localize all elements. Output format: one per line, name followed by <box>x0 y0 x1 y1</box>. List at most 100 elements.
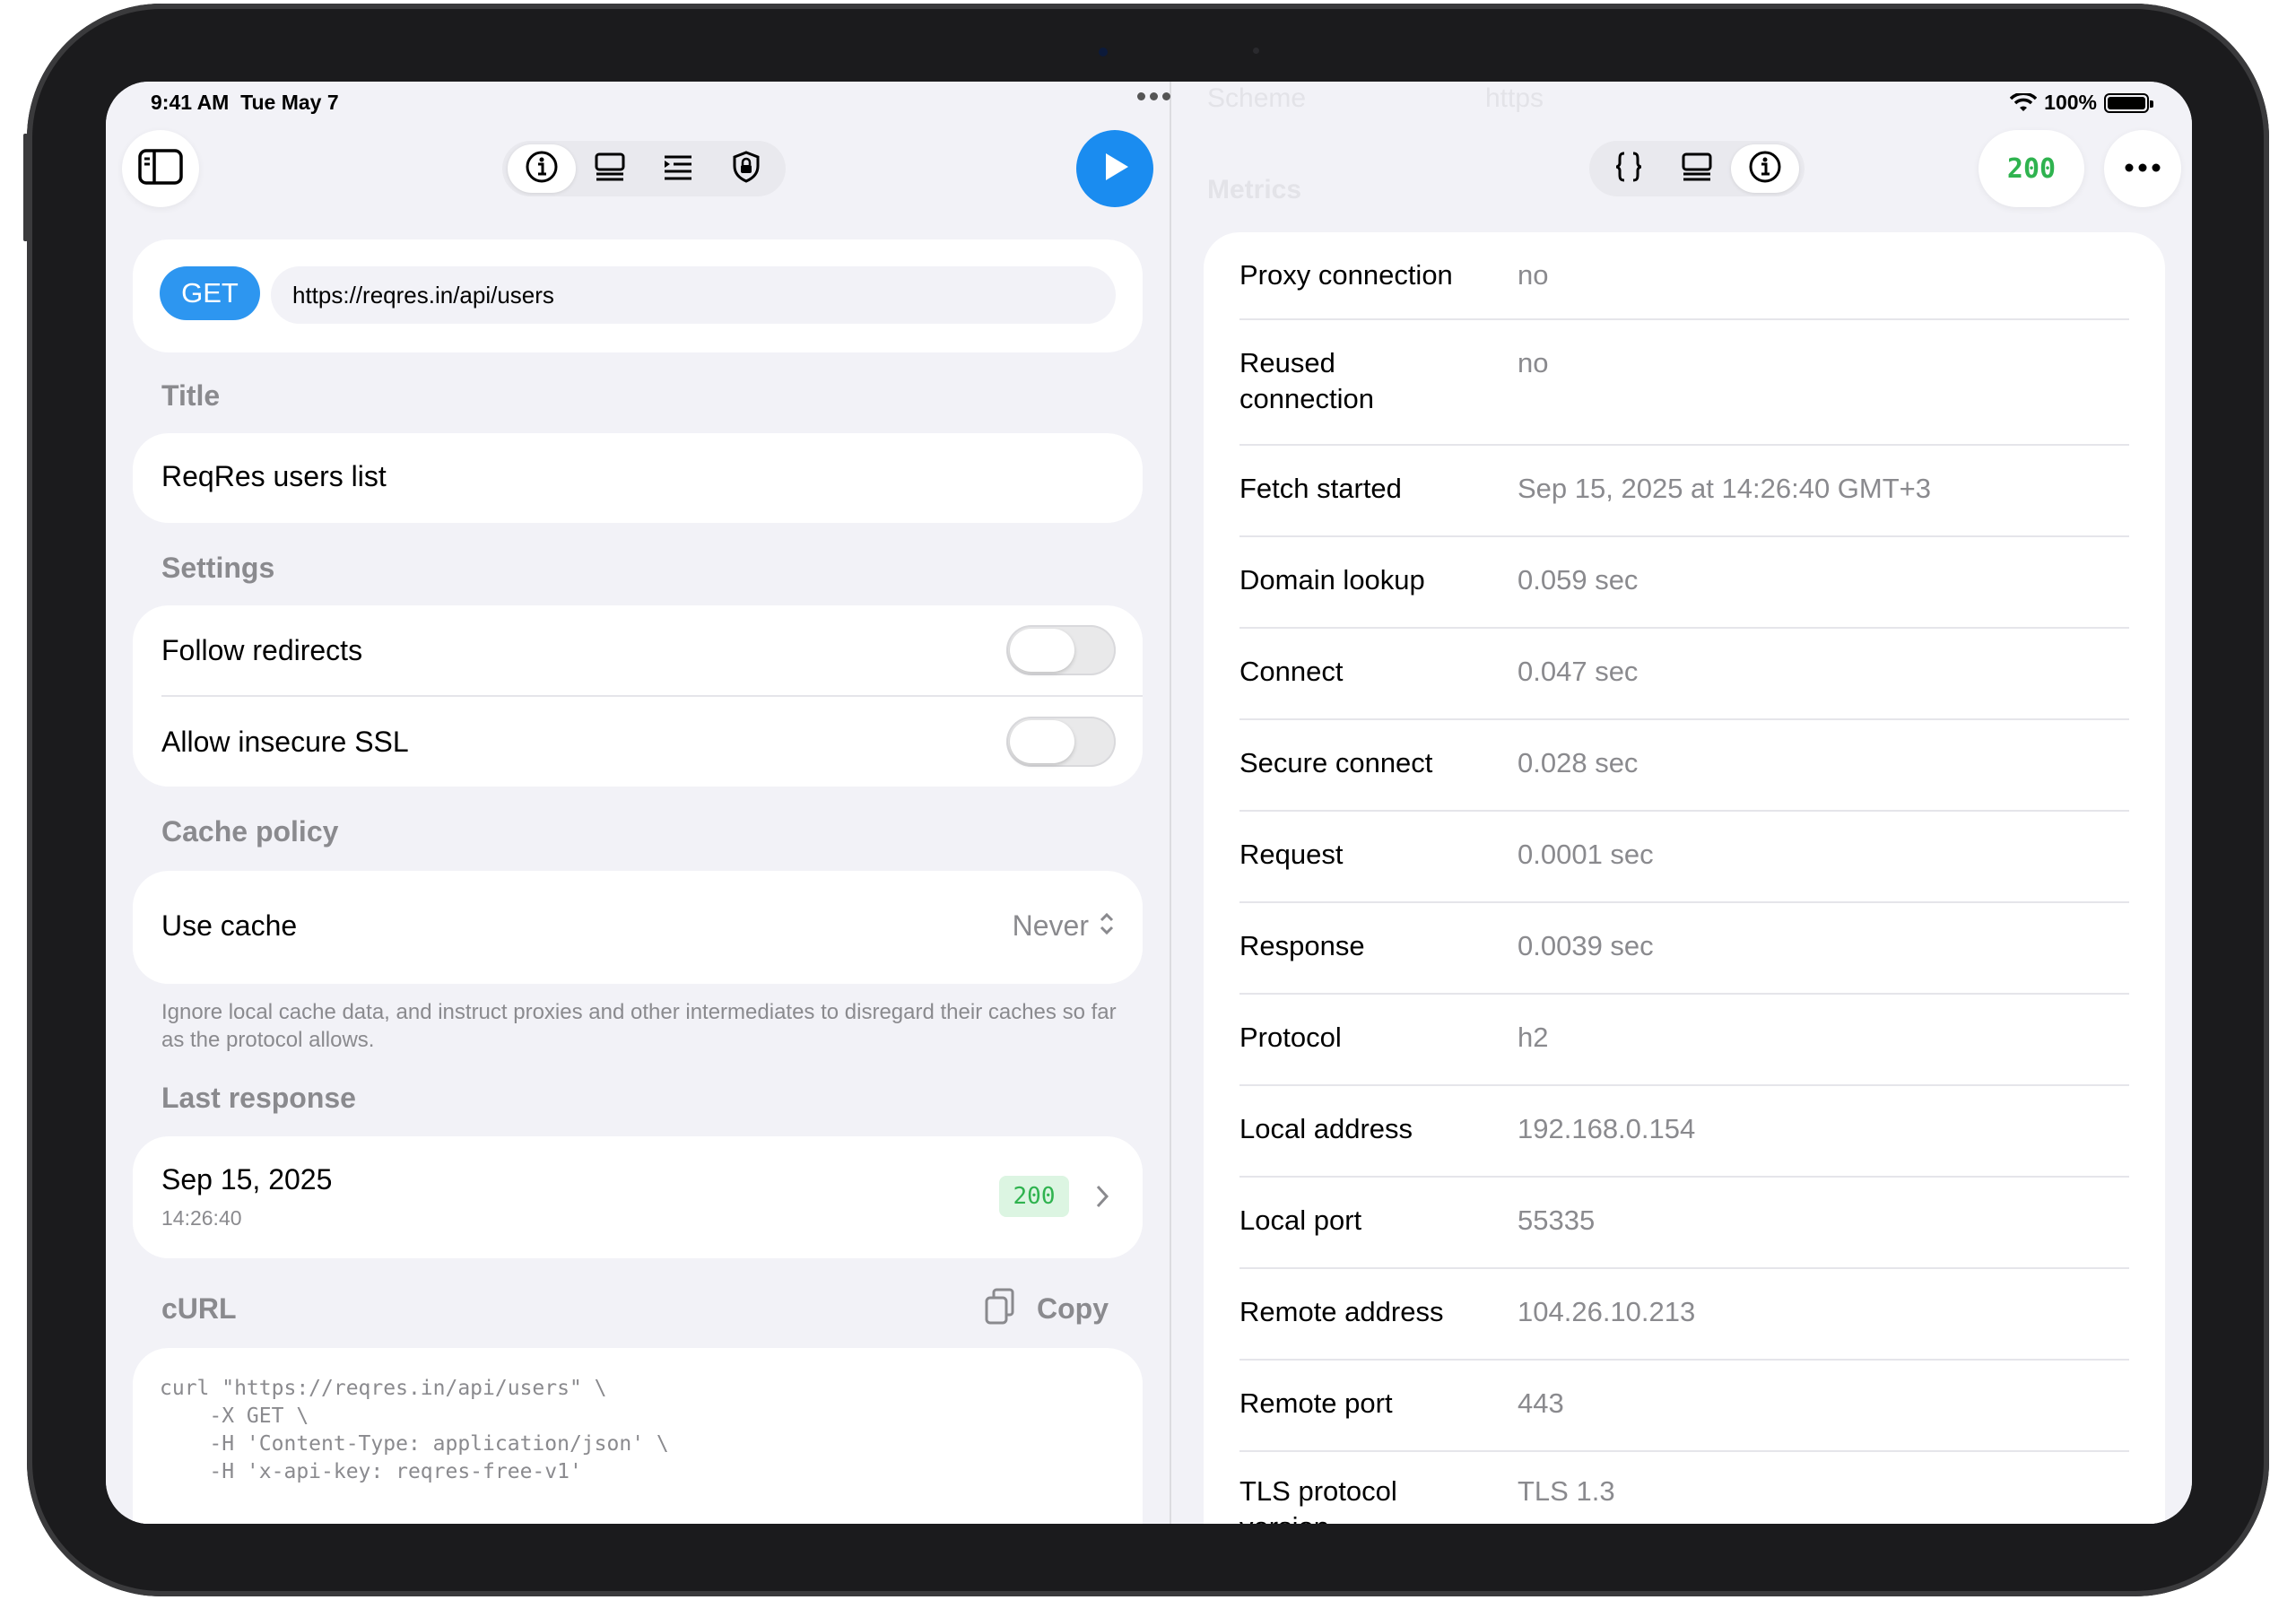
metric-label: Local address <box>1239 1113 1413 1144</box>
separator <box>1239 1359 2129 1361</box>
tab-response-headers[interactable] <box>1663 144 1731 193</box>
separator <box>1239 810 2129 812</box>
metric-row: TLS protocol version TLS 1.3 <box>1239 1474 2129 1524</box>
metric-label: Secure connect <box>1239 747 1433 778</box>
metric-value: 0.0039 sec <box>1518 930 1654 961</box>
separator <box>1239 1084 2129 1086</box>
curl-code: curl "https://reqres.in/api/users" \ -X … <box>160 1377 669 1483</box>
separator <box>1239 318 2129 320</box>
separator <box>161 695 1143 697</box>
tab-info[interactable] <box>508 144 576 193</box>
follow-redirects-toggle[interactable] <box>1006 625 1116 675</box>
metric-value: 443 <box>1518 1387 1564 1419</box>
top-button <box>203 4 257 8</box>
metrics-card: Proxy connection no Reused connection no Fet… <box>1204 232 2165 1524</box>
method-button[interactable]: GET <box>160 266 260 320</box>
headers-icon <box>661 150 695 188</box>
metric-value: h2 <box>1518 1022 1549 1053</box>
metric-value: no <box>1518 347 1549 378</box>
title-card: ReqRes users list <box>133 433 1143 523</box>
response-status-badge[interactable]: 200 <box>1979 130 2084 207</box>
metric-value: 55335 <box>1518 1204 1596 1236</box>
status-indicators: 100% <box>2010 91 2153 115</box>
metric-row: Protocol h2 <box>1239 1020 2129 1100</box>
tab-auth[interactable] <box>712 144 780 193</box>
separator <box>1239 535 2129 537</box>
metric-value: 0.059 sec <box>1518 564 1639 596</box>
metric-value: 192.168.0.154 <box>1518 1113 1696 1144</box>
metric-value: 0.047 sec <box>1518 656 1639 687</box>
metric-value: 0.0001 sec <box>1518 839 1654 870</box>
send-request-button[interactable] <box>1076 130 1153 207</box>
toggle-knob <box>1010 720 1074 763</box>
metric-label: Remote port <box>1239 1387 1393 1419</box>
tab-headers[interactable] <box>644 144 712 193</box>
tab-body[interactable] <box>576 144 644 193</box>
cache-picker-value: Never <box>1012 909 1089 942</box>
metric-row: Local address 192.168.0.154 <box>1239 1111 2129 1192</box>
multitask-dots[interactable] <box>1137 92 1170 100</box>
tab-response-metrics[interactable] <box>1731 144 1799 193</box>
request-editor-pane: 9:41 AM Tue May 7 GET https://reqres.in/… <box>106 82 1170 1524</box>
faded-metrics-label: Metrics <box>1207 175 1302 204</box>
url-card: GET https://reqres.in/api/users <box>133 239 1143 352</box>
title-section-label: Title <box>161 379 221 412</box>
settings-section-label: Settings <box>161 552 275 584</box>
settings-card: Follow redirects Allow insecure SSL <box>133 605 1143 787</box>
status-time: 9:41 AM Tue May 7 <box>151 91 339 114</box>
last-response-card[interactable]: Sep 15, 2025 14:26:40 200 <box>133 1136 1143 1258</box>
screen: 9:41 AM Tue May 7 GET https://reqres.in/… <box>106 82 2192 1524</box>
separator <box>1239 1267 2129 1269</box>
metric-value: Sep 15, 2025 at 14:26:40 GMT+3 <box>1518 473 1932 504</box>
metric-label: Proxy connection <box>1239 259 1453 291</box>
metric-value: 0.028 sec <box>1518 747 1639 778</box>
info-icon <box>525 150 559 188</box>
faded-scheme-label: Scheme <box>1207 83 1307 113</box>
separator <box>1239 993 2129 995</box>
metric-row: Proxy connection no <box>1239 257 2129 338</box>
sidebar-icon <box>138 148 183 189</box>
battery-icon <box>2104 92 2153 113</box>
metric-label: Response <box>1239 930 1365 961</box>
body-icon <box>593 150 627 188</box>
copy-label: Copy <box>1037 1292 1109 1325</box>
ellipsis-icon <box>2125 161 2161 177</box>
metric-value: TLS 1.3 <box>1518 1475 1615 1507</box>
front-camera <box>1099 48 1108 57</box>
status-badge: 200 <box>999 1176 1069 1217</box>
side-button <box>23 134 28 241</box>
metric-row: Domain lookup 0.059 sec <box>1239 562 2129 643</box>
separator <box>1239 627 2129 629</box>
last-response-time: 14:26:40 <box>161 1206 242 1230</box>
metric-label: Remote address <box>1239 1296 1444 1327</box>
chevron-right-icon <box>1094 1183 1110 1214</box>
separator <box>1239 444 2129 446</box>
copy-icon <box>983 1287 1017 1331</box>
allow-insecure-ssl-label: Allow insecure SSL <box>161 726 409 758</box>
metric-row: Reused connection no <box>1239 345 2129 426</box>
sidebar-toggle-button[interactable] <box>122 130 199 207</box>
curly-braces-icon <box>1612 150 1646 188</box>
battery-percent: 100% <box>2044 91 2097 114</box>
cache-picker[interactable]: Never <box>1013 909 1116 943</box>
cache-footnote: Ignore local cache data, and instruct pr… <box>161 1000 1117 1052</box>
metric-row: Local port 55335 <box>1239 1203 2129 1283</box>
metric-label: Protocol <box>1239 1022 1342 1053</box>
title-input[interactable]: ReqRes users list <box>161 460 387 493</box>
copy-curl-button[interactable]: Copy <box>983 1287 1109 1331</box>
faded-scheme-value: https <box>1485 83 1544 113</box>
tab-response-body[interactable] <box>1595 144 1663 193</box>
last-response-date: Sep 15, 2025 <box>161 1163 333 1196</box>
allow-insecure-ssl-toggle[interactable] <box>1006 717 1116 767</box>
cache-policy-section-label: Cache policy <box>161 815 339 848</box>
separator <box>1239 901 2129 903</box>
url-input[interactable]: https://reqres.in/api/users <box>271 266 1116 324</box>
metric-label: Domain lookup <box>1239 564 1425 596</box>
chevron-up-down-icon <box>1098 911 1116 941</box>
more-options-button[interactable] <box>2104 130 2181 207</box>
response-pane: Scheme https Metrics 100% 200 Proxy conn… <box>1137 82 2192 1524</box>
sensor <box>1253 48 1259 54</box>
follow-redirects-label: Follow redirects <box>161 634 363 666</box>
metric-row: Fetch started Sep 15, 2025 at 14:26:40 GM… <box>1239 471 2129 552</box>
metric-value: no <box>1518 259 1549 291</box>
